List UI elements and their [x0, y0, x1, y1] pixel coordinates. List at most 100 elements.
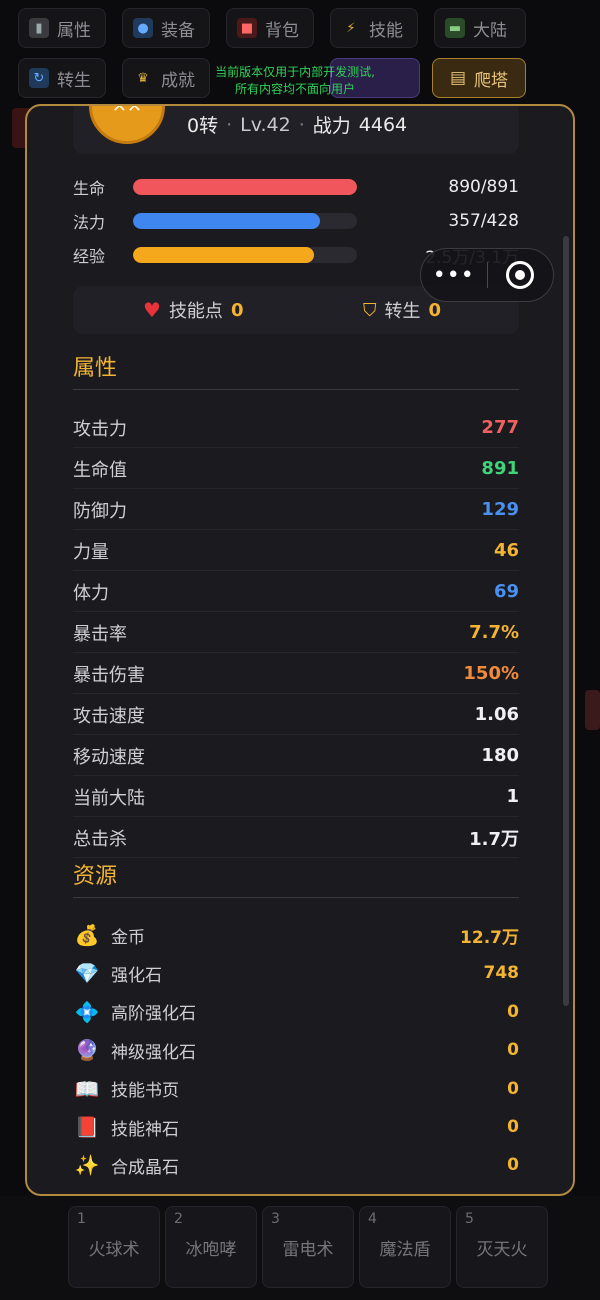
tablet-icon: 📕 — [74, 1115, 100, 1139]
nav-label: 大陆 — [473, 20, 507, 41]
attribute-row: 力量 46 — [73, 531, 519, 571]
nav-label: 技能 — [369, 20, 403, 41]
resource-label: 技能书页 — [111, 1081, 179, 1102]
attribute-row: 体力 69 — [73, 572, 519, 612]
attribute-row: 攻击速度 1.06 — [73, 695, 519, 735]
orb-icon: 🔮 — [74, 1038, 100, 1063]
resource-value: 0 — [507, 1001, 519, 1022]
heart-icon: ♥ — [143, 298, 161, 322]
attribute-value: 150% — [463, 663, 519, 684]
attribute-value: 180 — [481, 745, 519, 766]
attribute-value: 46 — [493, 540, 519, 561]
resource-label: 合成晶石 — [111, 1157, 179, 1178]
skill-slot-number: 3 — [271, 1211, 280, 1227]
attribute-value: 69 — [493, 581, 519, 602]
resource-label: 技能神石 — [111, 1119, 179, 1140]
skill-slot[interactable]: 5 灭天火 — [456, 1206, 548, 1288]
resource-value: 748 — [483, 963, 520, 984]
hp-bar — [133, 179, 357, 195]
exp-bar-fill — [133, 247, 315, 263]
climb-tower-button[interactable]: ▤ 爬塔 — [432, 58, 526, 98]
nav-attributes-button[interactable]: ▮ 属性 — [18, 8, 106, 48]
exp-label: 经验 — [73, 247, 106, 266]
hp-row: 生命 890/891 — [73, 174, 519, 200]
attribute-label: 移动速度 — [73, 746, 145, 768]
rebirth-points: ⛉ 转生 0 — [363, 297, 441, 323]
attribute-row: 防御力 129 — [73, 490, 519, 530]
mp-label: 法力 — [73, 213, 106, 232]
skill-name: 雷电术 — [282, 1240, 334, 1260]
skill-slot[interactable]: 4 魔法盾 — [359, 1206, 451, 1288]
hp-bar-fill — [133, 179, 357, 195]
scrollbar[interactable] — [563, 236, 569, 1006]
nav-rebirth-button[interactable]: ↻ 转生 — [18, 58, 106, 98]
attribute-label: 总击杀 — [73, 828, 127, 850]
resource-value: 0 — [507, 1155, 519, 1176]
more-button[interactable]: ••• — [421, 263, 487, 288]
attribute-label: 当前大陆 — [73, 787, 145, 809]
mp-bar — [133, 213, 357, 229]
tower-icon: ▤ — [449, 68, 467, 88]
separator-dot: · — [298, 113, 305, 136]
tower-label: 爬塔 — [474, 70, 509, 91]
skill-slot[interactable]: 1 火球术 — [68, 1206, 160, 1288]
skill-slot-number: 5 — [465, 1211, 474, 1227]
skill-slot-number: 4 — [368, 1211, 377, 1227]
attribute-label: 暴击伤害 — [73, 664, 145, 686]
resource-label: 金币 — [111, 927, 145, 948]
rebirth-points-label: 转生 — [384, 301, 421, 322]
attribute-label: 攻击力 — [73, 418, 127, 440]
crystal-cluster-icon: 💠 — [74, 999, 100, 1024]
person-icon: ● — [133, 18, 153, 38]
attribute-value: 277 — [481, 417, 519, 438]
target-icon — [506, 261, 535, 289]
close-miniprogram-button[interactable] — [488, 261, 554, 289]
skill-slot[interactable]: 2 冰咆哮 — [165, 1206, 257, 1288]
power-value: 4464 — [358, 113, 408, 136]
attribute-row: 攻击力 277 — [73, 408, 519, 448]
attribute-label: 防御力 — [73, 500, 127, 522]
background-element — [585, 690, 600, 730]
rebirth-points-value: 0 — [428, 299, 442, 321]
level: Lv.42 — [240, 113, 291, 136]
skill-name: 火球术 — [88, 1240, 140, 1260]
attribute-value: 891 — [481, 458, 519, 479]
resource-row: 💰 金币 12.7万 — [73, 916, 519, 954]
mp-value: 357/428 — [448, 211, 519, 231]
nav-skills-button[interactable]: ⚡ 技能 — [330, 8, 418, 48]
resource-value: 0 — [507, 1078, 519, 1099]
nav-label: 转生 — [57, 70, 91, 91]
attribute-row: 移动速度 180 — [73, 736, 519, 776]
nav-continent-button[interactable]: ▬ 大陆 — [434, 8, 526, 48]
cycle-icon: ↻ — [29, 68, 49, 88]
power-label: 战力 — [312, 115, 351, 137]
skill-slot[interactable]: 3 雷电术 — [262, 1206, 354, 1288]
resources-title: 资源 — [73, 864, 118, 889]
attribute-value: 1 — [506, 786, 519, 807]
money-bag-icon: 💰 — [74, 923, 100, 947]
profile-summary: 0转 · Lv.42 · 战力 4464 — [187, 111, 407, 138]
avatar-text: ✕✕ — [111, 104, 143, 117]
skill-slot-number: 2 — [174, 1211, 183, 1227]
skill-name: 魔法盾 — [379, 1240, 431, 1260]
dev-notice-line: 当前版本仅用于内部开发测试, — [215, 65, 375, 79]
hp-value: 890/891 — [448, 177, 519, 197]
resource-row: ✨ 合成晶石 0 — [73, 1146, 519, 1184]
attribute-row: 暴击率 7.7% — [73, 613, 519, 653]
map-icon: ▬ — [445, 18, 465, 38]
nav-equipment-button[interactable]: ● 装备 — [122, 8, 210, 48]
resource-row: 💎 强化石 748 — [73, 954, 519, 992]
mp-row: 法力 357/428 — [73, 208, 519, 234]
bag-icon: ■ — [237, 18, 257, 38]
rebirth-count: 0转 — [187, 115, 219, 137]
skill-points-label: 技能点 — [168, 301, 223, 322]
separator-dot: · — [226, 113, 233, 136]
top-navigation: ▮ 属性 ● 装备 ■ 背包 ⚡ 技能 ▬ 大陆 ↻ 转生 ♛ 成就 ▤ 爬塔 … — [0, 0, 600, 148]
shield-icon: ⛉ — [363, 299, 377, 321]
attribute-row: 暴击伤害 150% — [73, 654, 519, 694]
skill-points: ♥ 技能点 0 — [143, 297, 243, 323]
skill-name: 冰咆哮 — [185, 1240, 237, 1260]
nav-backpack-button[interactable]: ■ 背包 — [226, 8, 314, 48]
attribute-label: 力量 — [73, 541, 109, 563]
attribute-row: 生命值 891 — [73, 449, 519, 489]
